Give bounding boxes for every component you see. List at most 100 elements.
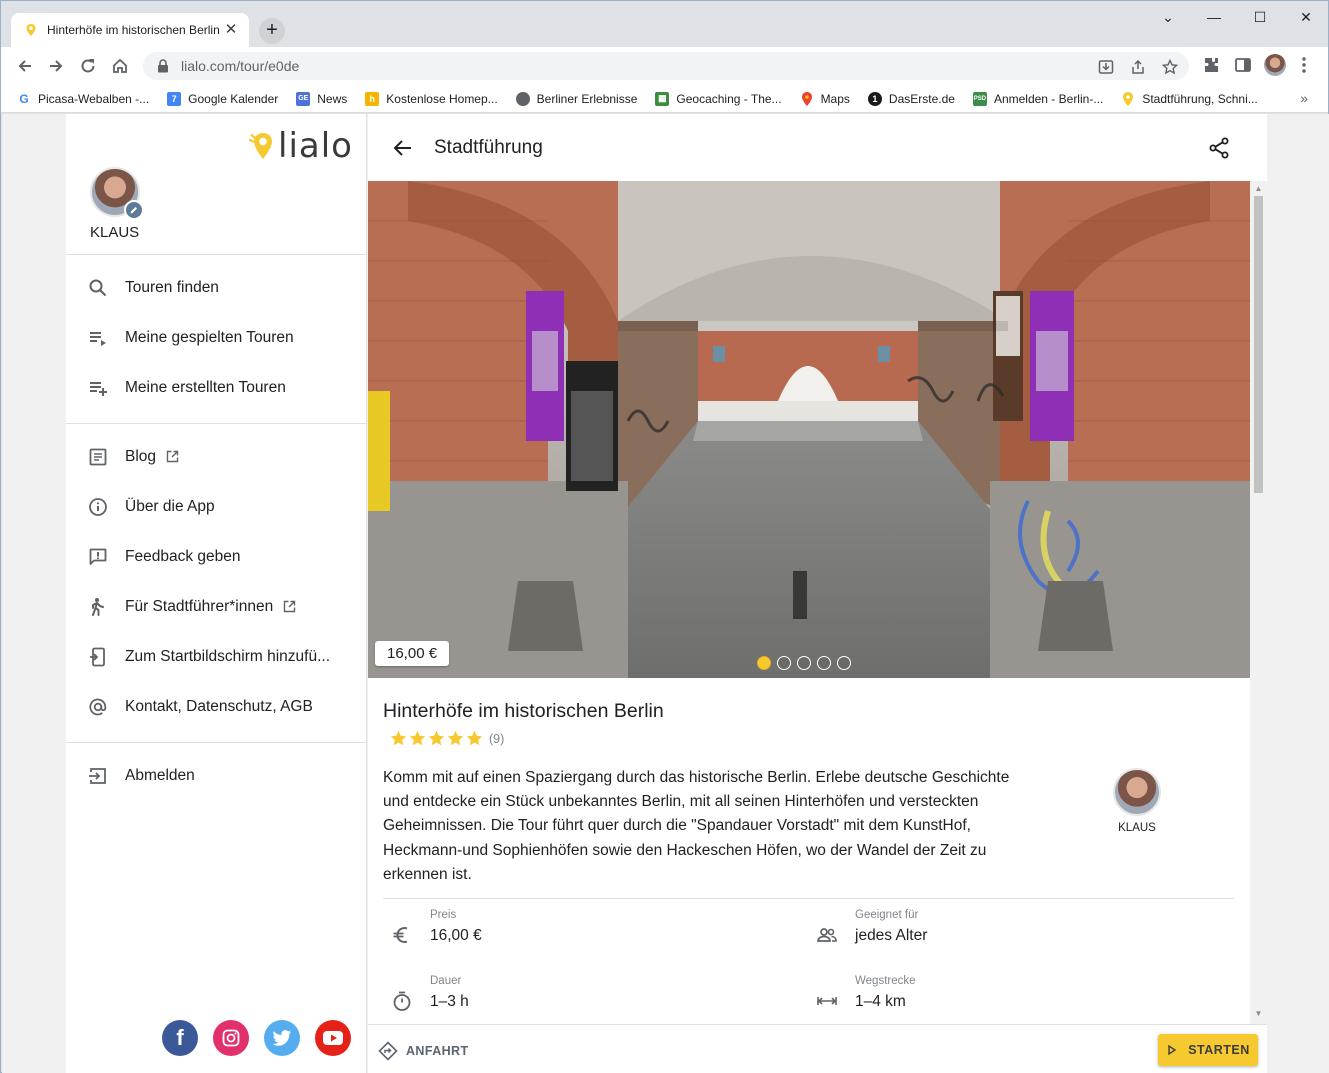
- carousel-dot[interactable]: [817, 656, 831, 670]
- carousel-dot[interactable]: [837, 656, 851, 670]
- address-bar[interactable]: lialo.com/tour/e0de: [143, 52, 1189, 80]
- walking-person-icon: [87, 596, 109, 618]
- browser-menu-icon[interactable]: [1301, 56, 1307, 74]
- star-icon: [409, 730, 426, 746]
- minimize-icon[interactable]: —: [1191, 7, 1237, 27]
- facebook-icon[interactable]: f: [162, 1020, 198, 1056]
- bookmark-item[interactable]: Stadtführung, Schni...: [1121, 91, 1258, 106]
- edit-pencil-icon[interactable]: [124, 200, 144, 220]
- start-tour-button[interactable]: STARTEN: [1158, 1034, 1258, 1066]
- fact-distance: Wegstrecke 1–4 km: [815, 975, 916, 1013]
- scroll-up-arrow-icon[interactable]: ▲: [1254, 185, 1263, 193]
- bookmark-item[interactable]: h Kostenlose Homep...: [365, 91, 498, 106]
- stopwatch-icon: [390, 989, 414, 1013]
- bookmark-item[interactable]: PSD Anmelden - Berlin-...: [972, 91, 1103, 106]
- menu-item-startbildschirm[interactable]: Zum Startbildschirm hinzufü...: [66, 635, 366, 679]
- browser-toolbar: lialo.com/tour/e0de: [1, 47, 1328, 85]
- at-icon: [87, 696, 109, 718]
- google-icon: G: [17, 91, 31, 106]
- new-tab-button[interactable]: +: [259, 18, 285, 44]
- carousel-dot-active[interactable]: [757, 656, 771, 670]
- distance-arrows-icon: [815, 989, 839, 1013]
- instagram-icon[interactable]: [213, 1020, 249, 1056]
- action-bar: ANFAHRT STARTEN: [368, 1024, 1267, 1073]
- lialo-logo[interactable]: lialo: [248, 128, 353, 164]
- profile-avatar[interactable]: [1264, 54, 1286, 76]
- bookmark-item[interactable]: GE News: [296, 91, 347, 106]
- menu-item-abmelden[interactable]: Abmelden: [66, 754, 366, 798]
- menu-item-touren-finden[interactable]: Touren finden: [66, 266, 366, 310]
- carousel-dot[interactable]: [777, 656, 791, 670]
- browser-tab-active[interactable]: Hinterhöfe im historischen Berlin ✕: [11, 13, 249, 47]
- star-icon: [390, 730, 407, 746]
- menu-item-erstellte-touren[interactable]: Meine erstellten Touren: [66, 366, 366, 410]
- tab-close-icon[interactable]: ✕: [223, 22, 239, 38]
- feedback-icon: [87, 546, 109, 568]
- bookmark-item[interactable]: G Picasa-Webalben -...: [17, 91, 149, 106]
- geocaching-icon: ▦: [655, 91, 670, 106]
- app-header: Stadtführung: [368, 114, 1267, 181]
- user-avatar[interactable]: [90, 167, 144, 220]
- carousel-dot[interactable]: [797, 656, 811, 670]
- content-scrollbar[interactable]: ▲ ▼: [1250, 181, 1267, 1024]
- divider: [383, 898, 1234, 899]
- twitter-icon[interactable]: [264, 1020, 300, 1056]
- article-icon: [87, 446, 109, 468]
- share-icon[interactable]: [1207, 136, 1231, 160]
- play-icon: [1168, 1044, 1177, 1056]
- sidepanel-icon[interactable]: [1234, 56, 1252, 74]
- menu-item-gespielte-touren[interactable]: Meine gespielten Touren: [66, 316, 366, 360]
- share-page-icon[interactable]: [1129, 58, 1147, 76]
- tab-search-icon[interactable]: ⌄: [1145, 7, 1191, 27]
- bookmark-star-icon[interactable]: [1161, 58, 1179, 76]
- search-icon: [87, 277, 109, 299]
- menu-item-kontakt[interactable]: Kontakt, Datenschutz, AGB: [66, 685, 366, 729]
- globe-icon: [515, 91, 530, 106]
- menu-item-feedback[interactable]: Feedback geben: [66, 535, 366, 579]
- tour-photo-carousel[interactable]: 16,00 €: [368, 181, 1250, 678]
- anfahrt-button[interactable]: ANFAHRT: [378, 1041, 469, 1061]
- menu-item-ueber-die-app[interactable]: Über die App: [66, 485, 366, 529]
- divider: [66, 742, 366, 743]
- bookmark-item[interactable]: Maps: [800, 91, 850, 106]
- menu-item-blog[interactable]: Blog: [66, 435, 366, 479]
- bookmark-item[interactable]: Berliner Erlebnisse: [515, 91, 637, 106]
- install-app-icon[interactable]: [1097, 58, 1115, 76]
- lialo-pin-icon: [248, 133, 272, 159]
- tour-description: Komm mit auf einen Spaziergang durch das…: [383, 769, 1010, 883]
- page-viewport: lialo KLAUS Touren finden Meine gespielt…: [2, 114, 1329, 1073]
- maximize-icon[interactable]: ☐: [1237, 7, 1283, 27]
- homepage-icon: h: [365, 91, 380, 106]
- divider: [66, 254, 366, 255]
- forward-nav-icon[interactable]: [44, 54, 68, 78]
- logout-icon: [87, 765, 109, 787]
- bookmark-item[interactable]: 7 Google Kalender: [167, 91, 278, 106]
- bookmark-item[interactable]: ▦ Geocaching - The...: [655, 91, 782, 106]
- star-rating: (9): [390, 730, 504, 747]
- close-window-icon[interactable]: ✕: [1283, 7, 1329, 27]
- more-bookmarks-icon[interactable]: »: [1300, 90, 1308, 106]
- scroll-thumb[interactable]: [1254, 196, 1263, 493]
- back-arrow-icon[interactable]: [391, 136, 415, 160]
- page-title: Stadtführung: [434, 137, 543, 158]
- youtube-icon[interactable]: [315, 1020, 351, 1056]
- back-nav-icon[interactable]: [13, 54, 37, 78]
- home-icon[interactable]: [108, 54, 132, 78]
- bank-icon: PSD: [972, 91, 987, 106]
- extensions-icon[interactable]: [1202, 56, 1220, 74]
- star-icon: [428, 730, 445, 746]
- guide-profile[interactable]: KLAUS: [1112, 768, 1162, 834]
- guide-name: KLAUS: [1118, 822, 1156, 834]
- scroll-down-arrow-icon[interactable]: ▼: [1254, 1010, 1263, 1018]
- bookmark-item[interactable]: 1 DasErste.de: [867, 91, 955, 106]
- price-tag: 16,00 €: [375, 641, 450, 666]
- calendar-icon: 7: [167, 91, 182, 106]
- guide-avatar: [1113, 768, 1161, 816]
- directions-icon: [378, 1041, 398, 1061]
- menu-item-stadtfuehrer[interactable]: Für Stadtführer*innen: [66, 585, 366, 629]
- bookmarks-bar: G Picasa-Webalben -... 7 Google Kalender…: [1, 85, 1328, 113]
- info-icon: [87, 496, 109, 518]
- external-link-icon: [283, 600, 297, 614]
- url-text: lialo.com/tour/e0de: [181, 58, 300, 74]
- reload-icon[interactable]: [76, 54, 100, 78]
